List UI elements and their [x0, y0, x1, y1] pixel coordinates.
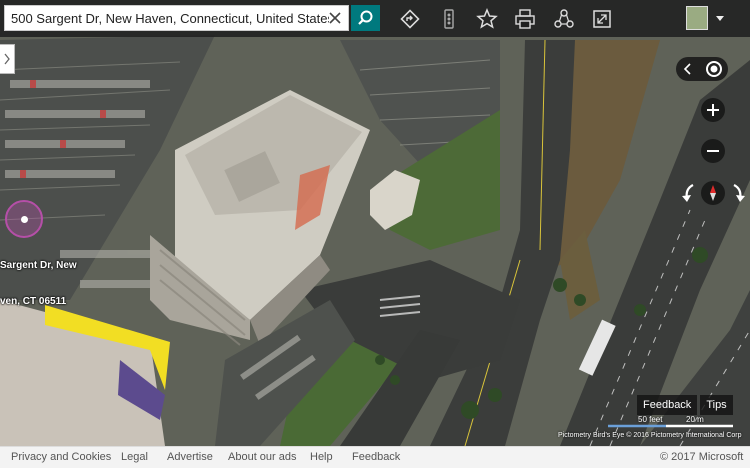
footer-link-legal[interactable]: Legal: [121, 451, 148, 463]
pin-address-label: Sargent Dr, New ven, CT 06511: [0, 236, 77, 320]
footer-link-privacy[interactable]: Privacy and Cookies: [11, 451, 111, 463]
map-feedback-group: Feedback Tips: [637, 395, 736, 415]
scale-line: [608, 424, 733, 428]
zoom-in-button[interactable]: [701, 98, 725, 122]
top-toolbar: [0, 0, 750, 37]
zoom-out-icon: [707, 150, 719, 152]
search-box[interactable]: [4, 5, 349, 31]
share-icon[interactable]: [551, 6, 577, 32]
favorites-star-icon[interactable]: [474, 6, 500, 32]
search-input[interactable]: [11, 8, 329, 28]
pin-label-line1: Sargent Dr, New: [0, 260, 77, 271]
side-panel-toggle[interactable]: [0, 44, 15, 74]
streetside-icon[interactable]: [686, 6, 708, 30]
footer-link-advertise[interactable]: Advertise: [167, 451, 213, 463]
footer-link-help[interactable]: Help: [310, 451, 333, 463]
chevron-right-icon: [4, 53, 10, 65]
fullscreen-icon[interactable]: [589, 6, 615, 32]
location-pin[interactable]: [5, 200, 43, 238]
locate-me-icon[interactable]: [704, 59, 724, 79]
pin-label-line2: ven, CT 06511: [0, 296, 67, 307]
traffic-icon[interactable]: [436, 6, 462, 32]
rotate-left-icon[interactable]: [679, 181, 701, 205]
pin-center-dot: [21, 216, 28, 223]
compass-button[interactable]: [701, 181, 725, 205]
search-icon: [358, 10, 373, 25]
menu-caret-icon[interactable]: [715, 14, 725, 22]
print-icon[interactable]: [512, 6, 538, 32]
zoom-out-button[interactable]: [701, 139, 725, 163]
location-control: [676, 57, 728, 81]
footer-copyright: © 2017 Microsoft: [660, 451, 744, 463]
footer: Privacy and Cookies Legal Advertise Abou…: [0, 446, 750, 468]
aerial-map[interactable]: [0, 0, 750, 446]
search-button[interactable]: [351, 5, 380, 31]
scale-meters-label: 20 m: [686, 415, 704, 424]
collapse-chevron-icon[interactable]: [680, 61, 696, 77]
scale-bar: 50 feet 20 m: [608, 415, 733, 429]
imagery-credit: Pictometry Bird's Eye © 2016 Pictometry …: [558, 432, 742, 439]
tips-button[interactable]: Tips: [700, 395, 733, 415]
footer-link-feedback[interactable]: Feedback: [352, 451, 400, 463]
compass-icon: [710, 185, 716, 201]
clear-search-icon[interactable]: [326, 9, 344, 27]
footer-link-about-ads[interactable]: About our ads: [228, 451, 297, 463]
zoom-in-icon: [707, 104, 719, 116]
scale-feet-label: 50 feet: [638, 415, 663, 424]
directions-icon[interactable]: [397, 6, 423, 32]
map-feedback-button[interactable]: Feedback: [637, 395, 698, 415]
rotate-right-icon[interactable]: [726, 181, 748, 205]
